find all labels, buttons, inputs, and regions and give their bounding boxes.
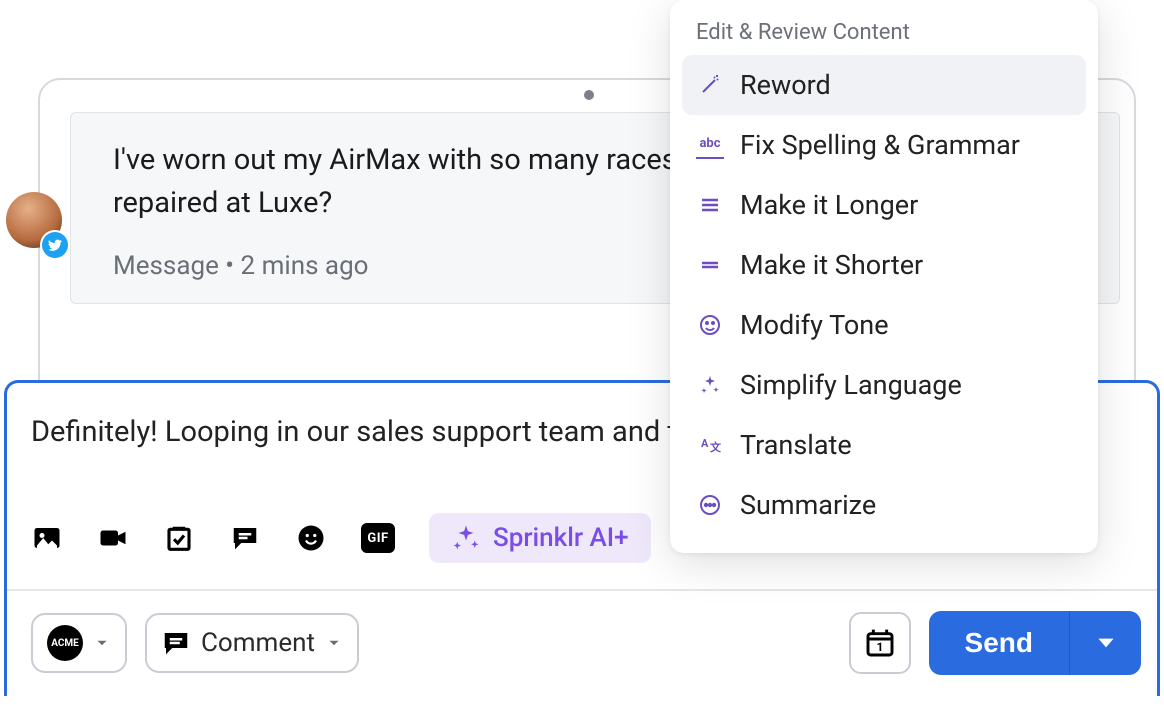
- sparkles-icon: [696, 371, 724, 399]
- composer-toolbar: GIF Sprinklr AI+: [31, 513, 651, 563]
- caret-down-icon: [1093, 630, 1119, 656]
- menu-item-label: Fix Spelling & Grammar: [740, 129, 1020, 161]
- brand-selector[interactable]: ACME: [31, 613, 127, 673]
- menu-item-simplify[interactable]: Simplify Language: [682, 355, 1086, 415]
- wand-icon: [696, 71, 724, 99]
- sprinklr-ai-button[interactable]: Sprinklr AI+: [429, 513, 651, 563]
- sprinklr-ai-label: Sprinklr AI+: [493, 523, 629, 553]
- summarize-icon: [696, 491, 724, 519]
- composer-bottom-bar: ACME Comment 1: [31, 611, 1141, 675]
- divider: [7, 589, 1157, 591]
- menu-item-fix-spelling[interactable]: abc Fix Spelling & Grammar: [682, 115, 1086, 175]
- brand-logo-icon: ACME: [47, 625, 83, 661]
- clipboard-check-icon[interactable]: [163, 522, 195, 554]
- svg-text:文: 文: [710, 440, 722, 454]
- chevron-down-icon: [325, 634, 343, 652]
- face-icon: [696, 311, 724, 339]
- chevron-down-icon: [93, 634, 111, 652]
- chat-icon[interactable]: [229, 522, 261, 554]
- gif-icon[interactable]: GIF: [361, 523, 395, 553]
- menu-item-label: Make it Longer: [740, 189, 918, 221]
- menu-item-label: Modify Tone: [740, 309, 889, 341]
- ai-edit-menu-header: Edit & Review Content: [682, 14, 1086, 55]
- translate-icon: A文: [696, 431, 724, 459]
- comment-icon: [161, 628, 191, 658]
- lines-icon: [696, 191, 724, 219]
- menu-item-reword[interactable]: Reword: [682, 55, 1086, 115]
- video-icon[interactable]: [97, 522, 129, 554]
- calendar-icon: 1: [864, 627, 896, 659]
- send-button-group: Send: [929, 611, 1141, 675]
- menu-item-summarize[interactable]: Summarize: [682, 475, 1086, 535]
- menu-item-label: Simplify Language: [740, 369, 962, 401]
- menu-item-label: Make it Shorter: [740, 249, 923, 281]
- send-button[interactable]: Send: [929, 611, 1069, 675]
- abc-icon: abc: [696, 131, 724, 159]
- menu-item-label: Summarize: [740, 489, 876, 521]
- sparkles-icon: [451, 523, 481, 553]
- menu-item-label: Reword: [740, 69, 831, 101]
- twitter-badge-icon: [42, 232, 68, 258]
- menu-item-translate[interactable]: A文 Translate: [682, 415, 1086, 475]
- menu-item-longer[interactable]: Make it Longer: [682, 175, 1086, 235]
- image-icon[interactable]: [31, 522, 63, 554]
- send-options-button[interactable]: [1069, 611, 1141, 675]
- svg-text:1: 1: [876, 640, 883, 654]
- menu-item-tone[interactable]: Modify Tone: [682, 295, 1086, 355]
- reply-type-label: Comment: [201, 628, 315, 658]
- menu-item-shorter[interactable]: Make it Shorter: [682, 235, 1086, 295]
- schedule-button[interactable]: 1: [849, 612, 911, 674]
- reply-type-selector[interactable]: Comment: [145, 613, 359, 673]
- menu-item-label: Translate: [740, 429, 852, 461]
- emoji-icon[interactable]: [295, 522, 327, 554]
- lines-short-icon: [696, 251, 724, 279]
- svg-text:A: A: [701, 437, 709, 450]
- window-indicator-dot: [584, 90, 594, 100]
- ai-edit-menu: Edit & Review Content Reword abc Fix Spe…: [670, 0, 1098, 553]
